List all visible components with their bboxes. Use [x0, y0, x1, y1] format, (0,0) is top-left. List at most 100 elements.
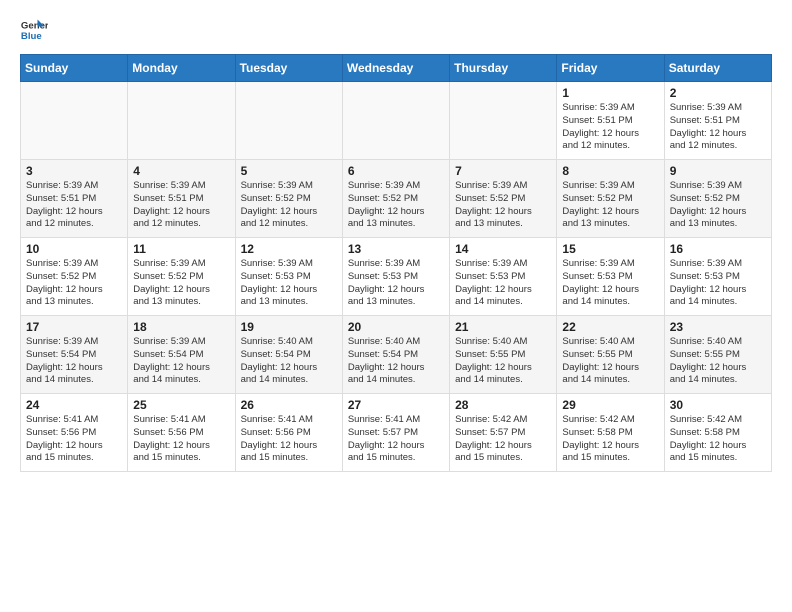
calendar-cell: 15 Sunrise: 5:39 AM Sunset: 5:53 PM Dayli…	[557, 238, 664, 316]
calendar-cell: 22 Sunrise: 5:40 AM Sunset: 5:55 PM Dayli…	[557, 316, 664, 394]
calendar-week-4: 17 Sunrise: 5:39 AM Sunset: 5:54 PM Dayli…	[21, 316, 772, 394]
logo: General Blue	[20, 16, 52, 44]
weekday-header-monday: Monday	[128, 55, 235, 82]
weekday-header-tuesday: Tuesday	[235, 55, 342, 82]
calendar-cell: 28Sunrise: 5:42 AM Sunset: 5:57 PM Dayli…	[450, 394, 557, 472]
day-number: 10	[26, 242, 122, 256]
calendar-cell: 10 Sunrise: 5:39 AM Sunset: 5:52 PM Dayli…	[21, 238, 128, 316]
day-info: Sunrise: 5:41 AM Sunset: 5:57 PM Dayligh…	[348, 414, 444, 465]
calendar-cell: 2 Sunrise: 5:39 AM Sunset: 5:51 PM Daylig…	[664, 82, 771, 160]
day-info: Sunrise: 5:39 AM Sunset: 5:51 PM Dayligh…	[562, 102, 658, 153]
day-number: 8	[562, 164, 658, 178]
calendar-cell: 1 Sunrise: 5:39 AM Sunset: 5:51 PM Daylig…	[557, 82, 664, 160]
day-number: 21	[455, 320, 551, 334]
day-info: Sunrise: 5:39 AM Sunset: 5:52 PM Dayligh…	[455, 180, 551, 231]
day-info: Sunrise: 5:39 AM Sunset: 5:52 PM Dayligh…	[348, 180, 444, 231]
calendar-body: 1 Sunrise: 5:39 AM Sunset: 5:51 PM Daylig…	[21, 82, 772, 472]
day-number: 2	[670, 86, 766, 100]
day-info: Sunrise: 5:40 AM Sunset: 5:55 PM Dayligh…	[455, 336, 551, 387]
calendar-week-5: 24 Sunrise: 5:41 AM Sunset: 5:56 PM Dayli…	[21, 394, 772, 472]
calendar-cell: 3 Sunrise: 5:39 AM Sunset: 5:51 PM Daylig…	[21, 160, 128, 238]
day-number: 12	[241, 242, 337, 256]
calendar-cell: 4Sunrise: 5:39 AM Sunset: 5:51 PM Daylig…	[128, 160, 235, 238]
calendar-header: SundayMondayTuesdayWednesdayThursdayFrid…	[21, 55, 772, 82]
day-number: 24	[26, 398, 122, 412]
header: General Blue	[20, 16, 772, 44]
day-info: Sunrise: 5:41 AM Sunset: 5:56 PM Dayligh…	[26, 414, 122, 465]
weekday-header-saturday: Saturday	[664, 55, 771, 82]
day-info: Sunrise: 5:39 AM Sunset: 5:52 PM Dayligh…	[26, 258, 122, 309]
day-info: Sunrise: 5:41 AM Sunset: 5:56 PM Dayligh…	[133, 414, 229, 465]
page: General Blue SundayMondayTuesdayWednesda…	[0, 0, 792, 482]
calendar-cell: 16 Sunrise: 5:39 AM Sunset: 5:53 PM Dayli…	[664, 238, 771, 316]
calendar-table: SundayMondayTuesdayWednesdayThursdayFrid…	[20, 54, 772, 472]
day-info: Sunrise: 5:39 AM Sunset: 5:51 PM Dayligh…	[133, 180, 229, 231]
day-number: 27	[348, 398, 444, 412]
calendar-cell: 23Sunrise: 5:40 AM Sunset: 5:55 PM Dayli…	[664, 316, 771, 394]
day-number: 20	[348, 320, 444, 334]
calendar-week-2: 3 Sunrise: 5:39 AM Sunset: 5:51 PM Daylig…	[21, 160, 772, 238]
day-info: Sunrise: 5:40 AM Sunset: 5:54 PM Dayligh…	[348, 336, 444, 387]
svg-text:General: General	[21, 20, 48, 31]
calendar-week-1: 1 Sunrise: 5:39 AM Sunset: 5:51 PM Daylig…	[21, 82, 772, 160]
day-info: Sunrise: 5:39 AM Sunset: 5:54 PM Dayligh…	[26, 336, 122, 387]
day-number: 15	[562, 242, 658, 256]
day-info: Sunrise: 5:39 AM Sunset: 5:52 PM Dayligh…	[670, 180, 766, 231]
day-info: Sunrise: 5:39 AM Sunset: 5:53 PM Dayligh…	[670, 258, 766, 309]
day-info: Sunrise: 5:39 AM Sunset: 5:53 PM Dayligh…	[241, 258, 337, 309]
day-number: 9	[670, 164, 766, 178]
calendar-cell	[21, 82, 128, 160]
calendar-cell: 18 Sunrise: 5:39 AM Sunset: 5:54 PM Dayli…	[128, 316, 235, 394]
weekday-header-row: SundayMondayTuesdayWednesdayThursdayFrid…	[21, 55, 772, 82]
day-info: Sunrise: 5:39 AM Sunset: 5:52 PM Dayligh…	[562, 180, 658, 231]
calendar-cell: 17 Sunrise: 5:39 AM Sunset: 5:54 PM Dayli…	[21, 316, 128, 394]
day-number: 28	[455, 398, 551, 412]
calendar-cell: 25 Sunrise: 5:41 AM Sunset: 5:56 PM Dayli…	[128, 394, 235, 472]
day-number: 5	[241, 164, 337, 178]
calendar-cell: 11Sunrise: 5:39 AM Sunset: 5:52 PM Dayli…	[128, 238, 235, 316]
calendar-cell: 20 Sunrise: 5:40 AM Sunset: 5:54 PM Dayli…	[342, 316, 449, 394]
day-info: Sunrise: 5:39 AM Sunset: 5:52 PM Dayligh…	[241, 180, 337, 231]
day-number: 30	[670, 398, 766, 412]
day-number: 16	[670, 242, 766, 256]
calendar-cell	[128, 82, 235, 160]
calendar-cell: 29 Sunrise: 5:42 AM Sunset: 5:58 PM Dayli…	[557, 394, 664, 472]
weekday-header-friday: Friday	[557, 55, 664, 82]
day-number: 11	[133, 242, 229, 256]
day-number: 18	[133, 320, 229, 334]
day-info: Sunrise: 5:42 AM Sunset: 5:58 PM Dayligh…	[562, 414, 658, 465]
day-info: Sunrise: 5:39 AM Sunset: 5:51 PM Dayligh…	[670, 102, 766, 153]
calendar-cell: 27 Sunrise: 5:41 AM Sunset: 5:57 PM Dayli…	[342, 394, 449, 472]
day-number: 3	[26, 164, 122, 178]
calendar-cell	[235, 82, 342, 160]
day-number: 29	[562, 398, 658, 412]
calendar-cell: 13 Sunrise: 5:39 AM Sunset: 5:53 PM Dayli…	[342, 238, 449, 316]
logo-icon: General Blue	[20, 16, 48, 44]
day-number: 1	[562, 86, 658, 100]
day-number: 13	[348, 242, 444, 256]
calendar-cell: 21 Sunrise: 5:40 AM Sunset: 5:55 PM Dayli…	[450, 316, 557, 394]
weekday-header-wednesday: Wednesday	[342, 55, 449, 82]
day-number: 14	[455, 242, 551, 256]
day-info: Sunrise: 5:39 AM Sunset: 5:53 PM Dayligh…	[455, 258, 551, 309]
day-number: 17	[26, 320, 122, 334]
day-info: Sunrise: 5:41 AM Sunset: 5:56 PM Dayligh…	[241, 414, 337, 465]
day-info: Sunrise: 5:42 AM Sunset: 5:58 PM Dayligh…	[670, 414, 766, 465]
calendar-cell: 8 Sunrise: 5:39 AM Sunset: 5:52 PM Daylig…	[557, 160, 664, 238]
day-info: Sunrise: 5:39 AM Sunset: 5:54 PM Dayligh…	[133, 336, 229, 387]
day-number: 7	[455, 164, 551, 178]
calendar-cell: 30 Sunrise: 5:42 AM Sunset: 5:58 PM Dayli…	[664, 394, 771, 472]
day-number: 22	[562, 320, 658, 334]
weekday-header-sunday: Sunday	[21, 55, 128, 82]
calendar-cell: 24 Sunrise: 5:41 AM Sunset: 5:56 PM Dayli…	[21, 394, 128, 472]
calendar-cell: 12 Sunrise: 5:39 AM Sunset: 5:53 PM Dayli…	[235, 238, 342, 316]
calendar-cell	[450, 82, 557, 160]
calendar-cell: 6Sunrise: 5:39 AM Sunset: 5:52 PM Daylig…	[342, 160, 449, 238]
svg-text:Blue: Blue	[21, 31, 42, 42]
day-info: Sunrise: 5:39 AM Sunset: 5:51 PM Dayligh…	[26, 180, 122, 231]
day-number: 25	[133, 398, 229, 412]
day-info: Sunrise: 5:39 AM Sunset: 5:53 PM Dayligh…	[562, 258, 658, 309]
day-info: Sunrise: 5:40 AM Sunset: 5:55 PM Dayligh…	[562, 336, 658, 387]
day-info: Sunrise: 5:39 AM Sunset: 5:53 PM Dayligh…	[348, 258, 444, 309]
calendar-cell: 9 Sunrise: 5:39 AM Sunset: 5:52 PM Daylig…	[664, 160, 771, 238]
